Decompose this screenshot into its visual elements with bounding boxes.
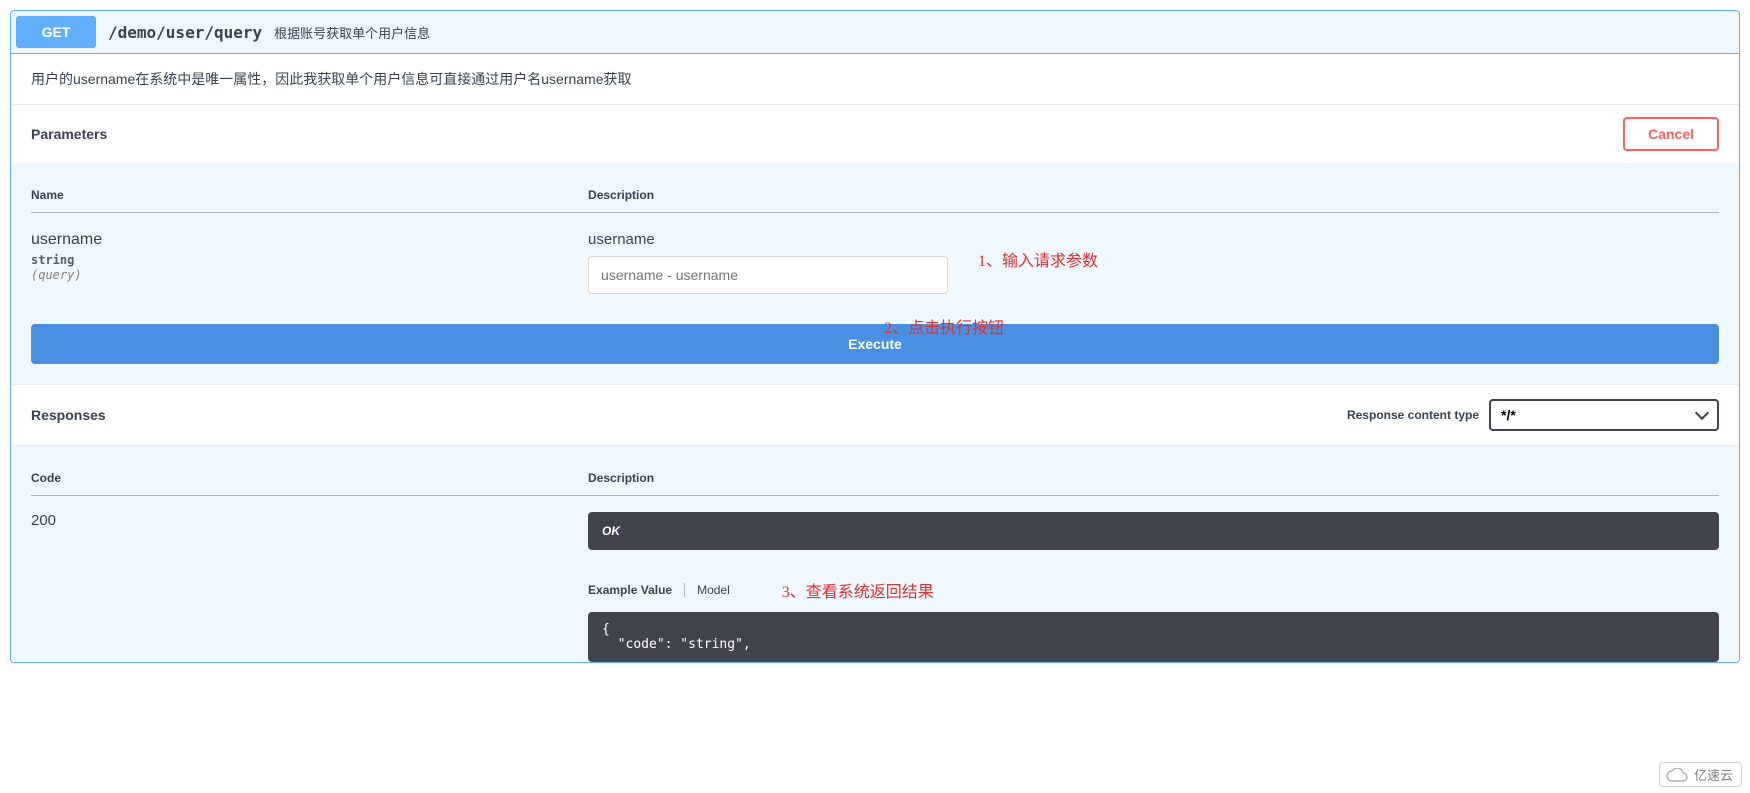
content-type-label: Response content type bbox=[1347, 408, 1479, 422]
responses-header: Responses Response content type */* bbox=[11, 384, 1739, 446]
content-type-select[interactable]: */* bbox=[1489, 399, 1719, 431]
content-type-group: Response content type */* bbox=[1347, 399, 1719, 431]
col-desc-header: Description bbox=[588, 178, 1719, 213]
param-description: username bbox=[588, 231, 1719, 248]
annotation-1: 1、输入请求参数 bbox=[978, 247, 1098, 271]
watermark: 亿速云 bbox=[1659, 762, 1742, 787]
response-row: 200 OK Example Value Model 3、查看系统返回结果 { … bbox=[31, 496, 1719, 663]
tab-model[interactable]: Model bbox=[697, 583, 730, 597]
param-name: username bbox=[31, 231, 588, 249]
operation-summary[interactable]: GET /demo/user/query 根据账号获取单个用户信息 bbox=[11, 11, 1739, 54]
response-message: OK bbox=[588, 512, 1719, 550]
http-method-badge: GET bbox=[16, 16, 96, 48]
watermark-text: 亿速云 bbox=[1694, 765, 1733, 784]
operation-body: 用户的username在系统中是唯一属性，因此我获取单个用户信息可直接通过用户名… bbox=[11, 54, 1739, 662]
responses-body: Code Description 200 OK Example Value bbox=[11, 446, 1739, 662]
tab-example-value[interactable]: Example Value bbox=[588, 583, 672, 597]
col-desc2-header: Description bbox=[588, 461, 1719, 496]
endpoint-summary: 根据账号获取单个用户信息 bbox=[274, 23, 430, 42]
param-in: (query) bbox=[31, 268, 588, 282]
operation-description: 用户的username在系统中是唯一属性，因此我获取单个用户信息可直接通过用户名… bbox=[11, 54, 1739, 105]
parameters-title: Parameters bbox=[31, 126, 107, 142]
annotation-3: 3、查看系统返回结果 bbox=[782, 578, 934, 602]
example-json[interactable]: { "code": "string", bbox=[588, 612, 1719, 662]
responses-title: Responses bbox=[31, 407, 106, 423]
cancel-button[interactable]: Cancel bbox=[1623, 117, 1719, 151]
response-code: 200 bbox=[31, 512, 588, 529]
content-type-select-wrap: */* bbox=[1489, 399, 1719, 431]
operation-block: GET /demo/user/query 根据账号获取单个用户信息 用户的use… bbox=[10, 10, 1740, 663]
param-input[interactable] bbox=[588, 256, 948, 294]
execute-wrap: 2、点击执行按钮 Execute bbox=[11, 324, 1739, 384]
param-row: username string (query) username 1、输入请求参… bbox=[31, 213, 1719, 300]
execute-button[interactable]: Execute bbox=[31, 324, 1719, 364]
cloud-icon bbox=[1666, 768, 1688, 782]
endpoint-path: /demo/user/query bbox=[96, 23, 274, 42]
example-tabs: Example Value Model 3、查看系统返回结果 bbox=[588, 578, 1719, 602]
tab-separator bbox=[684, 583, 685, 597]
col-name-header: Name bbox=[31, 178, 588, 213]
parameters-header: Parameters Cancel bbox=[11, 105, 1739, 163]
parameters-body: Name Description username string (query)… bbox=[11, 163, 1739, 324]
annotation-2: 2、点击执行按钮 bbox=[884, 314, 1004, 338]
responses-table: Code Description 200 OK Example Value bbox=[31, 461, 1719, 662]
col-code-header: Code bbox=[31, 461, 588, 496]
parameters-table: Name Description username string (query)… bbox=[31, 178, 1719, 299]
param-type: string bbox=[31, 249, 588, 268]
